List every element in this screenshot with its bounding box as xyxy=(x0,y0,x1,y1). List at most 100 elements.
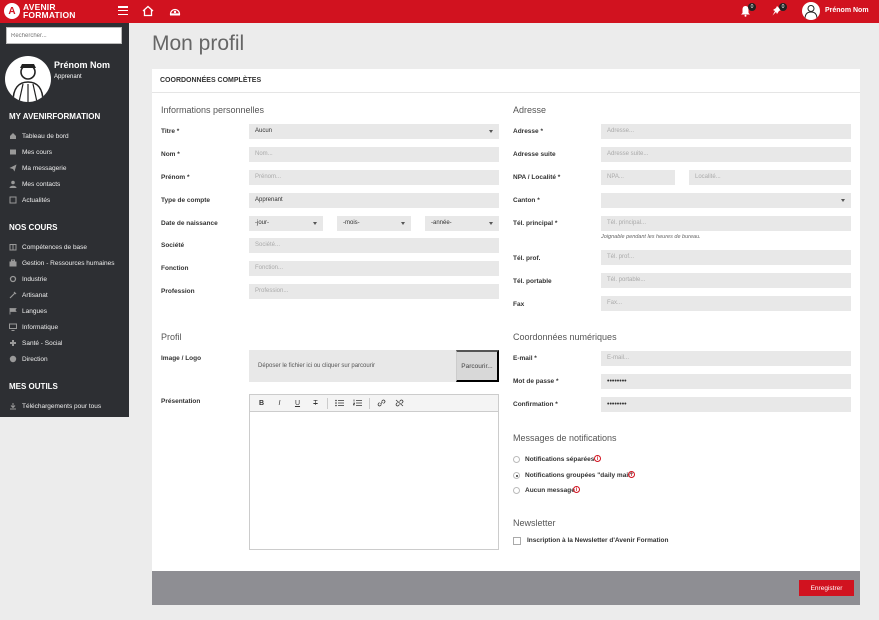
titre-select[interactable]: Aucun xyxy=(249,124,499,139)
sidebar-item-competences[interactable]: Compétences de base xyxy=(9,243,87,251)
type-compte-label: Type de compte xyxy=(161,197,211,204)
page-title: Mon profil xyxy=(152,32,245,55)
section-title-mes-outils: MES OUTILS xyxy=(9,382,58,391)
browse-button[interactable]: Parcourir... xyxy=(456,350,499,382)
underline-icon[interactable]: U xyxy=(291,397,304,409)
home-icon[interactable] xyxy=(142,5,154,17)
info-icon[interactable]: i xyxy=(573,486,580,493)
titre-label: Titre * xyxy=(161,128,180,135)
info-icon[interactable]: i xyxy=(628,471,635,478)
sidebar-item-artisanat[interactable]: Artisanat xyxy=(9,291,48,299)
dob-day-select[interactable]: -jour- xyxy=(249,216,323,231)
adresse-input[interactable]: Adresse... xyxy=(601,124,851,139)
fonction-label: Fonction xyxy=(161,265,189,272)
unlink-icon[interactable] xyxy=(393,397,406,409)
sidebar-item-downloads[interactable]: Téléchargements pour tous xyxy=(9,402,101,410)
user-avatar[interactable] xyxy=(802,2,820,20)
adresse-suite-input[interactable]: Adresse suite... xyxy=(601,147,851,162)
top-bar: A AVENIR FORMATION 0 0 Prénom Nom xyxy=(0,0,879,23)
notif-grouped-radio[interactable] xyxy=(513,472,520,479)
image-dropzone[interactable]: Déposer le fichier ici ou cliquer sur pa… xyxy=(249,350,499,382)
sidebar-search-input[interactable] xyxy=(6,27,122,44)
bullet-list-icon[interactable] xyxy=(333,397,346,409)
tools-icon xyxy=(9,291,17,299)
notif-grouped-label[interactable]: Notifications groupées "daily mail" xyxy=(525,472,633,479)
briefcase-icon xyxy=(9,259,17,267)
prenom-input[interactable]: Prénom... xyxy=(249,170,499,185)
notif-separate-radio[interactable] xyxy=(513,456,520,463)
chevron-down-icon xyxy=(489,130,493,133)
sidebar-item-sante[interactable]: Santé - Social xyxy=(9,339,62,347)
desktop-icon xyxy=(9,323,17,331)
link-icon[interactable] xyxy=(375,397,388,409)
dob-month-select[interactable]: -mois- xyxy=(337,216,411,231)
sidebar-item-contacts[interactable]: Mes contacts xyxy=(9,180,60,188)
notifications-bell-icon[interactable]: 0 xyxy=(740,3,756,17)
notif-none-radio[interactable] xyxy=(513,487,520,494)
menu-toggle-icon[interactable] xyxy=(118,6,128,16)
adresse-suite-label: Adresse suite xyxy=(513,151,556,158)
sidebar-user-name: Prénom Nom xyxy=(54,60,111,70)
dob-year-select[interactable]: -année- xyxy=(425,216,499,231)
newsletter-label[interactable]: Inscription à la Newsletter d'Avenir For… xyxy=(527,537,668,544)
newsletter-checkbox[interactable] xyxy=(513,537,521,545)
download-icon xyxy=(9,402,17,410)
confirm-password-input[interactable]: •••••••• xyxy=(601,397,851,412)
top-username[interactable]: Prénom Nom xyxy=(825,7,869,14)
notif-none-label[interactable]: Aucun message xyxy=(525,487,575,494)
npa-localite-label: NPA / Localité * xyxy=(513,174,561,181)
clear-format-icon[interactable]: T xyxy=(309,397,322,409)
courses-icon xyxy=(9,148,17,156)
section-title-notifications: Messages de notifications xyxy=(513,433,617,443)
sidebar-item-messages[interactable]: Ma messagerie xyxy=(9,164,66,172)
helmet-icon[interactable] xyxy=(169,5,181,17)
localite-input[interactable]: Localité... xyxy=(689,170,851,185)
bold-icon[interactable]: B xyxy=(255,397,268,409)
sidebar-item-dashboard[interactable]: Tableau de bord xyxy=(9,132,69,140)
card-divider xyxy=(152,92,860,93)
fonction-input[interactable]: Fonction... xyxy=(249,261,499,276)
npa-input[interactable]: NPA... xyxy=(601,170,675,185)
health-icon xyxy=(9,339,17,347)
section-title-digital: Coordonnées numériques xyxy=(513,332,617,342)
pin-icon[interactable]: 0 xyxy=(771,3,787,17)
tel-principal-label: Tél. principal * xyxy=(513,220,558,227)
password-input[interactable]: •••••••• xyxy=(601,374,851,389)
sidebar-item-news[interactable]: Actualités xyxy=(9,196,50,204)
notifications-count-badge: 0 xyxy=(748,3,756,11)
societe-input[interactable]: Société... xyxy=(249,238,499,253)
chevron-down-icon xyxy=(489,222,493,225)
tel-portable-input[interactable]: Tél. portable... xyxy=(601,273,851,288)
tel-prof-label: Tél. prof. xyxy=(513,255,541,262)
section-title-nos-cours: NOS COURS xyxy=(9,223,58,232)
sidebar-item-courses[interactable]: Mes cours xyxy=(9,148,52,156)
sidebar-item-gestion[interactable]: Gestion - Ressources humaines xyxy=(9,259,115,267)
sidebar-item-informatique[interactable]: Informatique xyxy=(9,323,58,331)
presentation-editor[interactable]: B I U T xyxy=(249,394,499,550)
presentation-label: Présentation xyxy=(161,398,201,405)
italic-icon[interactable]: I xyxy=(273,397,286,409)
email-input[interactable]: E-mail... xyxy=(601,351,851,366)
fax-input[interactable]: Fax... xyxy=(601,296,851,311)
image-logo-label: Image / Logo xyxy=(161,355,202,362)
save-button[interactable]: Enregistrer xyxy=(799,580,854,596)
numbered-list-icon[interactable] xyxy=(351,397,364,409)
sidebar-item-langues[interactable]: Langues xyxy=(9,307,47,315)
sidebar-item-direction[interactable]: Direction xyxy=(9,355,48,363)
notif-separate-label[interactable]: Notifications séparées xyxy=(525,456,594,463)
logo[interactable]: A AVENIR FORMATION xyxy=(4,3,76,19)
sidebar: Prénom Nom Apprenant MY AVENIRFORMATION … xyxy=(0,23,129,417)
password-label: Mot de passe * xyxy=(513,378,559,385)
editor-toolbar: B I U T xyxy=(250,395,498,412)
section-title-profil: Profil xyxy=(161,332,182,342)
profession-input[interactable]: Profession... xyxy=(249,284,499,299)
tel-principal-input[interactable]: Tél. principal... xyxy=(601,216,851,231)
nom-input[interactable]: Nom... xyxy=(249,147,499,162)
sidebar-item-industrie[interactable]: Industrie xyxy=(9,275,47,283)
section-title-newsletter: Newsletter xyxy=(513,518,556,528)
tel-prof-input[interactable]: Tél. prof... xyxy=(601,250,851,265)
info-icon[interactable]: i xyxy=(594,455,601,462)
canton-select[interactable] xyxy=(601,193,851,208)
tel-help-text: Joignable pendant les heures de bureau. xyxy=(601,234,701,240)
gears-icon xyxy=(9,275,17,283)
